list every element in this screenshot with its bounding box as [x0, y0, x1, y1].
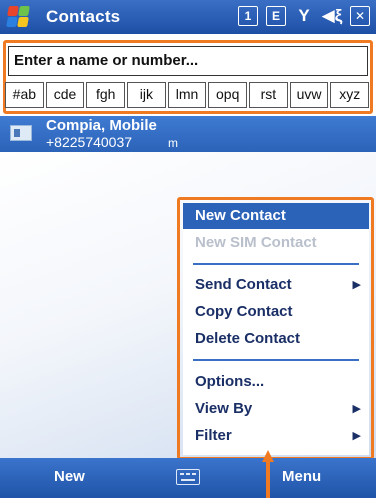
alphabet-tabs: #ab cde fgh ijk lmn opq rst uvw xyz	[5, 82, 370, 108]
contact-number-type: m	[168, 136, 178, 150]
alpha-tab-lmn[interactable]: lmn	[167, 82, 207, 108]
close-icon[interactable]: ✕	[350, 6, 370, 26]
title-bar: Contacts 1 E Y ◀ξ ✕	[0, 0, 376, 34]
alpha-tab-ab[interactable]: #ab	[5, 82, 44, 108]
message-icon[interactable]: E	[266, 6, 286, 26]
menu-softkey-button[interactable]: Menu	[282, 468, 321, 485]
pointer-arrow-icon	[262, 450, 274, 498]
alpha-tab-opq[interactable]: opq	[208, 82, 248, 108]
signal-icon[interactable]: Y	[294, 6, 314, 26]
contact-list-item[interactable]: Compia, Mobile +8225740037 m	[0, 116, 376, 152]
search-input[interactable]: Enter a name or number...	[8, 46, 368, 76]
softkey-bar: New Menu	[0, 458, 376, 498]
alpha-tab-xyz[interactable]: xyz	[330, 82, 370, 108]
alpha-tab-fgh[interactable]: fgh	[86, 82, 126, 108]
status-icons: 1 E Y ◀ξ ✕	[238, 6, 370, 26]
keyboard-icon[interactable]	[176, 469, 200, 485]
contact-number: +8225740037	[46, 134, 133, 150]
page-title: Contacts	[46, 7, 121, 26]
alpha-tab-cde[interactable]: cde	[45, 82, 85, 108]
menu-highlight	[177, 197, 374, 460]
alpha-tab-uvw[interactable]: uvw	[289, 82, 329, 108]
alpha-tab-ijk[interactable]: ijk	[127, 82, 166, 108]
contact-name: Compia, Mobile	[46, 117, 157, 134]
contact-card-icon	[10, 125, 32, 141]
windows-start-icon[interactable]	[4, 2, 34, 32]
calendar-icon[interactable]: 1	[238, 6, 258, 26]
new-softkey-button[interactable]: New	[54, 468, 85, 485]
speaker-icon[interactable]: ◀ξ	[322, 6, 343, 26]
alpha-tab-rst[interactable]: rst	[249, 82, 288, 108]
